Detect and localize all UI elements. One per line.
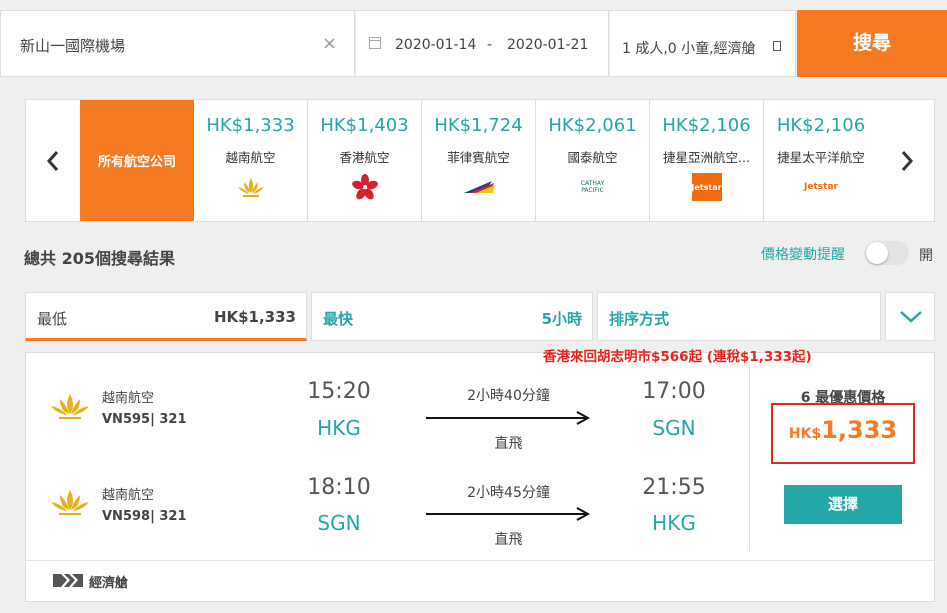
chevron-down-icon	[900, 311, 922, 323]
tab-label: 排序方式	[609, 310, 670, 328]
arrival-airport: SGN	[652, 416, 696, 440]
calendar-icon	[369, 37, 381, 49]
airline-filter-item[interactable]: HK$1,403 香港航空	[308, 100, 422, 221]
flight-result-card: 越南航空 VN595| 321 15:20 HKG 2小時40分鐘 直飛 17:…	[25, 352, 935, 602]
departure-time: 15:20	[307, 379, 371, 404]
price-alert-toggle[interactable]	[865, 241, 909, 265]
arrival-time: 21:55	[642, 475, 706, 500]
promo-text: 香港來回胡志明市$566起 (連稅$1,333起)	[543, 349, 812, 365]
passenger-dropdown-icon	[773, 41, 781, 51]
seat-icon	[53, 574, 83, 587]
sort-dropdown-button[interactable]	[885, 292, 935, 341]
close-icon[interactable]: ×	[322, 33, 337, 54]
pal-logo-icon	[461, 173, 497, 201]
airline-name: 越南航空	[102, 488, 155, 503]
tab-sort[interactable]: 排序方式	[597, 292, 881, 341]
stops-label: 直飛	[494, 532, 523, 548]
airline-price: HK$2,106	[776, 115, 866, 136]
price-value: 1,333	[821, 416, 898, 444]
arrival-time: 17:00	[642, 379, 706, 404]
results-count: 總共 205個搜尋結果	[24, 249, 175, 268]
destination-value: 新山一國際機場	[20, 37, 126, 55]
airline-price: HK$1,333	[206, 115, 295, 136]
arrow-right-icon	[426, 507, 591, 521]
airline-filter-item[interactable]: HK$2,061 國泰航空 CATHAY PACIFIC	[536, 100, 650, 221]
airline-name: 越南航空	[225, 150, 276, 165]
airline-name: 越南航空	[102, 391, 155, 406]
price-highlight: HK$1,333	[771, 403, 915, 464]
airline-name: 國泰航空	[567, 150, 618, 165]
jetstar-logo-icon: Jetstar	[804, 182, 838, 192]
chevron-left-icon	[46, 150, 59, 171]
bauhinia-logo-icon	[347, 173, 383, 201]
stops-label: 直飛	[494, 436, 523, 452]
tab-label: 最快	[323, 310, 354, 328]
tab-fastest[interactable]: 最快 5小時	[311, 292, 593, 341]
carousel-prev-button[interactable]	[26, 100, 80, 221]
toggle-label: 開	[919, 248, 933, 264]
airline-price: HK$1,724	[434, 115, 523, 136]
tab-cheapest[interactable]: 最低 HK$1,333	[25, 292, 307, 341]
all-airlines-tab[interactable]: 所有航空公司	[80, 100, 194, 221]
passenger-value: 1 成人,0 小童,經濟艙	[622, 41, 756, 57]
return-date: 2020-01-21	[507, 37, 589, 53]
carousel-next-button[interactable]	[880, 100, 934, 221]
cathay-logo-icon: CATHAY PACIFIC	[580, 180, 605, 194]
airline-name: 香港航空	[339, 150, 390, 165]
flight-duration: 2小時40分鐘	[467, 388, 550, 404]
airline-price: HK$2,106	[662, 115, 751, 136]
search-bar: 新山一國際機場 × 2020-01-14 - 2020-01-21 1 成人,0…	[0, 10, 947, 77]
airline-name: 菲律賓航空	[447, 150, 510, 165]
flight-number: VN595| 321	[102, 412, 187, 427]
flight-number: VN598| 321	[102, 509, 187, 524]
airline-filter-item[interactable]: HK$1,724 菲律賓航空	[422, 100, 536, 221]
airline-price: HK$1,403	[320, 115, 409, 136]
arrival-airport: HKG	[652, 511, 696, 535]
date-separator: -	[487, 37, 493, 53]
lotus-logo-icon	[51, 394, 89, 419]
select-button[interactable]: 選擇	[784, 485, 902, 524]
airline-carousel: 所有航空公司 HK$1,333 越南航空 HK$1,403 香港航空 HK$1,…	[25, 99, 935, 222]
airline-price: HK$2,061	[548, 115, 637, 136]
airline-name: 捷星亞洲航空...	[663, 150, 750, 165]
tab-label: 最低	[37, 310, 68, 328]
date-range-input[interactable]: 2020-01-14 - 2020-01-21	[356, 10, 609, 77]
price-alert-link[interactable]: 價格變動提醒	[761, 244, 845, 264]
airline-name: 捷星太平洋航空	[777, 150, 865, 165]
passenger-selector[interactable]: 1 成人,0 小童,經濟艙	[610, 10, 796, 77]
flight-duration: 2小時45分鐘	[467, 485, 550, 501]
depart-date: 2020-01-14	[395, 37, 477, 53]
tab-value: 5小時	[541, 310, 582, 328]
airline-filter-item[interactable]: HK$2,106 捷星太平洋航空 Jetstar	[764, 100, 878, 221]
departure-time: 18:10	[307, 475, 371, 500]
toggle-knob	[866, 242, 888, 264]
lotus-logo-icon	[233, 173, 269, 201]
departure-airport: SGN	[317, 511, 361, 535]
price-currency: HK$	[788, 426, 822, 442]
lotus-logo-icon	[51, 490, 89, 515]
destination-input[interactable]: 新山一國際機場 ×	[0, 10, 355, 77]
airline-filter-item[interactable]: HK$2,106 捷星亞洲航空... Jetstar	[650, 100, 764, 221]
divider	[26, 560, 934, 561]
search-button[interactable]: 搜尋	[797, 10, 947, 77]
chevron-right-icon	[901, 150, 914, 171]
arrow-right-icon	[426, 411, 591, 425]
airline-filter-item[interactable]: HK$1,333 越南航空	[194, 100, 308, 221]
jetstar-logo-icon: Jetstar	[689, 173, 725, 201]
cabin-class: 經濟艙	[89, 576, 129, 591]
tab-value: HK$1,333	[213, 308, 296, 326]
departure-airport: HKG	[317, 416, 361, 440]
